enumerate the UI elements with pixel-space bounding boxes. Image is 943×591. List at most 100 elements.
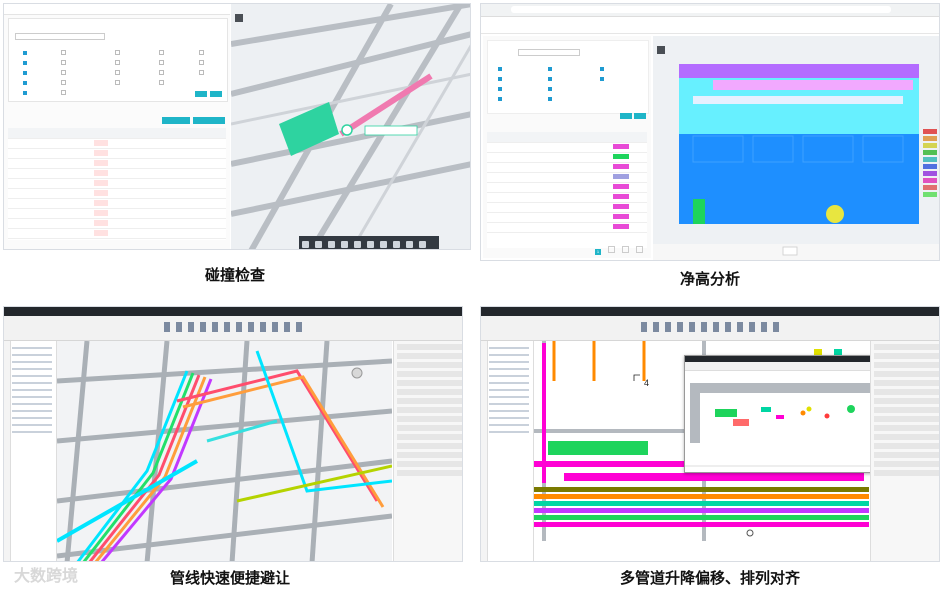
checkbox[interactable] (600, 77, 604, 81)
settings-icon[interactable] (393, 241, 400, 248)
collision-tooltip (364, 125, 418, 136)
page-button[interactable] (636, 246, 644, 253)
query-button[interactable] (634, 113, 646, 119)
property-row (397, 389, 462, 395)
project-tree (481, 341, 534, 561)
collision-app-header (4, 4, 230, 15)
table-row[interactable] (8, 228, 226, 239)
panel-collapse-icon (235, 14, 243, 22)
reset-button[interactable] (620, 113, 632, 119)
walk-icon[interactable] (354, 241, 361, 248)
export-report-button[interactable] (193, 117, 225, 124)
property-row (874, 416, 939, 422)
multi-pipe-offset-panel: 4 (480, 306, 940, 562)
property-row (397, 380, 462, 386)
checkbox[interactable] (115, 80, 120, 85)
green-zone (693, 199, 705, 224)
color-swatch (613, 224, 629, 229)
tree-items[interactable] (489, 347, 529, 437)
checkbox-column-4 (159, 45, 166, 85)
color-swatch (613, 204, 629, 209)
legend-swatch (923, 171, 937, 176)
collision-table-area (4, 4, 230, 249)
checkbox-column-3 (600, 61, 606, 81)
property-row (397, 470, 462, 476)
section-icon[interactable] (328, 241, 335, 248)
property-row (874, 353, 939, 359)
legend-swatch (923, 143, 937, 148)
generate-report-button[interactable] (162, 117, 190, 124)
tag-icon[interactable] (367, 241, 374, 248)
checkbox[interactable] (23, 91, 27, 95)
legend-swatch (923, 178, 937, 183)
checkbox[interactable] (199, 70, 204, 75)
pipe-model-svg (56, 340, 393, 561)
table-icon[interactable] (380, 241, 387, 248)
ribbon-tool-icons[interactable] (164, 322, 304, 332)
color-swatch (613, 184, 629, 189)
cad-title-bar (481, 307, 939, 316)
checkbox-column-2 (548, 61, 554, 101)
property-row (397, 461, 462, 467)
property-row (874, 443, 939, 449)
property-row (874, 407, 939, 413)
layers-icon[interactable] (315, 241, 322, 248)
checkbox-column-1 (23, 45, 29, 95)
tree-items[interactable] (12, 347, 52, 437)
page-button[interactable] (608, 246, 616, 253)
property-row (397, 371, 462, 377)
clearance-table-area: 1 (483, 36, 651, 258)
legend-swatch (923, 136, 937, 141)
property-row (397, 425, 462, 431)
status-tag-column (94, 140, 108, 236)
checkbox[interactable] (61, 90, 66, 95)
reset-button[interactable] (195, 91, 207, 97)
floor-select[interactable] (518, 49, 580, 56)
clearance-plan-view[interactable] (653, 36, 939, 260)
page-button[interactable]: 1 (595, 249, 601, 255)
rotate-icon[interactable] (406, 241, 413, 248)
tree-sidebar (4, 341, 11, 561)
quick-avoid-3d-view[interactable] (56, 340, 393, 561)
home-icon[interactable] (302, 241, 309, 248)
browser-bar (481, 4, 939, 17)
property-row (874, 452, 939, 458)
elevation-view[interactable]: 4 (534, 341, 891, 561)
page-button[interactable] (622, 246, 630, 253)
property-row (874, 470, 939, 476)
collision-view-toolbar (299, 236, 439, 249)
clearance-legend (923, 129, 937, 199)
collision-3d-view[interactable] (230, 4, 470, 249)
cad-ribbon (4, 316, 462, 341)
caption-collision-check: 碰撞检查 (204, 266, 265, 284)
clearance-filter-box (487, 40, 649, 119)
measure-icon[interactable] (341, 241, 348, 248)
property-row (874, 398, 939, 404)
ribbon-tool-icons[interactable] (641, 322, 781, 332)
checkbox-column-1 (498, 61, 504, 101)
category-select[interactable] (15, 33, 105, 40)
color-swatch (613, 144, 629, 149)
address-bar[interactable] (511, 6, 891, 13)
color-swatch (613, 194, 629, 199)
collision-model-svg (230, 4, 470, 249)
cad-title-bar (4, 307, 462, 316)
project-tree (4, 341, 57, 561)
checkbox[interactable] (159, 80, 164, 85)
property-row (397, 443, 462, 449)
collision-point-icon (341, 124, 353, 136)
query-button[interactable] (210, 91, 222, 97)
checkbox[interactable] (548, 97, 552, 101)
tree-sidebar (481, 341, 488, 561)
clearance-plan-svg (653, 36, 939, 260)
quick-avoid-panel (3, 306, 463, 562)
fullscreen-icon[interactable] (419, 241, 426, 248)
property-row (874, 380, 939, 386)
color-swatch (613, 154, 629, 159)
checkbox[interactable] (498, 97, 502, 101)
legend-swatch (923, 129, 937, 134)
section-popup[interactable] (684, 355, 891, 473)
section-svg (685, 383, 890, 467)
cursor-highlight (826, 205, 844, 223)
green-duct (548, 441, 648, 455)
